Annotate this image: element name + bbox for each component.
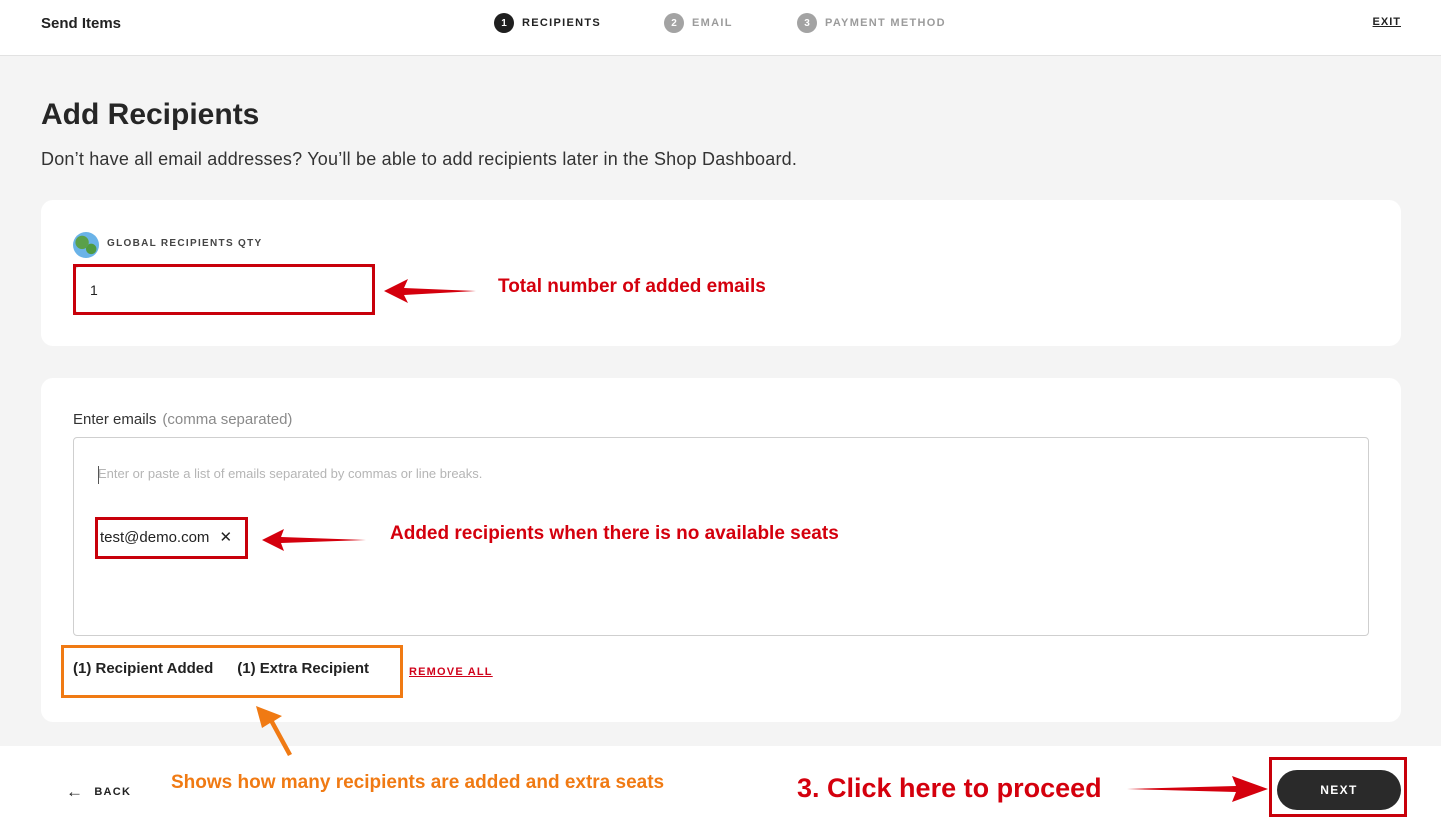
annotation-box-counts — [61, 645, 403, 698]
annotation-counts-note: Shows how many recipients are added and … — [171, 772, 665, 793]
top-bar: Send Items 1 RECIPIENTS 2 EMAIL 3 PAYMEN… — [0, 0, 1441, 56]
page-subtitle: Don’t have all email addresses? You’ll b… — [41, 149, 798, 169]
annotation-chip-note: Added recipients when there is no availa… — [390, 523, 839, 544]
page-title: Add Recipients — [41, 98, 260, 131]
emails-label: Enter emails (comma separated) — [73, 411, 292, 428]
step-number: 2 — [664, 13, 684, 33]
step-label: RECIPIENTS — [522, 17, 602, 29]
emails-label-hint: (comma separated) — [162, 411, 293, 428]
remove-all-link[interactable]: REMOVE ALL — [409, 666, 493, 678]
back-button[interactable]: ← BACK — [66, 782, 131, 802]
app-title: Send Items — [41, 15, 122, 32]
back-label: BACK — [94, 786, 132, 798]
annotation-box-next — [1269, 757, 1407, 817]
annotation-box-qty — [73, 264, 375, 315]
step-number: 3 — [797, 13, 817, 33]
step-payment-method: 3 PAYMENT METHOD — [797, 13, 946, 33]
annotation-next-note: 3. Click here to proceed — [797, 773, 1102, 803]
step-number: 1 — [494, 13, 514, 33]
step-recipients: 1 RECIPIENTS — [494, 13, 601, 33]
step-email: 2 EMAIL — [664, 13, 733, 33]
emails-label-text: Enter emails — [73, 411, 157, 428]
arrow-left-icon: ← — [66, 782, 85, 801]
globe-icon — [73, 232, 99, 258]
annotation-box-chip — [95, 517, 248, 559]
step-label: PAYMENT METHOD — [825, 17, 946, 29]
emails-placeholder: Enter or paste a list of emails separate… — [98, 466, 483, 481]
exit-link[interactable]: EXIT — [1373, 16, 1401, 28]
annotation-qty-note: Total number of added emails — [498, 276, 766, 297]
step-label: EMAIL — [692, 17, 733, 29]
qty-label: GLOBAL RECIPIENTS QTY — [107, 238, 263, 249]
